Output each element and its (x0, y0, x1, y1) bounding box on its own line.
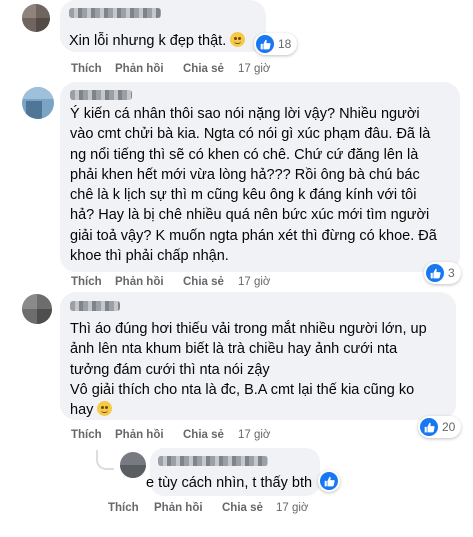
comment-actions: Thích Phản hồi Chia sẻ 17 giờ (108, 502, 308, 516)
timestamp[interactable]: 17 giờ (238, 276, 270, 288)
comment-actions: Thích Phản hồi Chia sẻ 17 giờ (71, 276, 271, 290)
share-button[interactable]: Chia sẻ (222, 502, 263, 514)
like-button[interactable]: Thích (71, 429, 102, 441)
commenter-name[interactable] (70, 90, 132, 100)
comment-bubble: e tùy cách nhìn, t thấy bth (146, 448, 320, 496)
comment-bubble: Xin lỗi nhưng k đẹp thật. (60, 0, 266, 52)
timestamp[interactable]: 17 giờ (238, 429, 270, 441)
reply-button[interactable]: Phản hồi (115, 429, 164, 441)
like-icon (426, 264, 444, 282)
timestamp[interactable]: 17 giờ (238, 63, 270, 75)
comment-text: Thì áo đúng hơi thiếu vải trong mắt nhiề… (70, 321, 427, 419)
commenter-name[interactable] (69, 8, 161, 18)
reaction-count[interactable] (318, 470, 340, 492)
commenter-avatar[interactable] (22, 294, 52, 324)
comment-bubble: Thì áo đúng hơi thiếu vải trong mắt nhiề… (60, 292, 456, 420)
like-button[interactable]: Thích (108, 502, 139, 514)
reaction-count[interactable]: 18 (254, 33, 298, 55)
commenter-name[interactable] (70, 301, 120, 311)
share-button[interactable]: Chia sẻ (183, 429, 224, 441)
like-icon (420, 418, 438, 436)
commenter-avatar[interactable] (22, 4, 50, 32)
comment-actions: Thích Phản hồi Chia sẻ 17 giờ (71, 429, 271, 443)
reaction-count[interactable]: 3 (424, 262, 461, 284)
comment-text: Xin lỗi nhưng k đẹp thật. (69, 31, 246, 51)
reply-thread-line (96, 450, 114, 470)
comment-text: e tùy cách nhìn, t thấy bth (146, 475, 313, 491)
reaction-count[interactable]: 20 (418, 416, 462, 438)
comment-actions: Thích Phản hồi Chia sẻ 17 giờ (71, 63, 271, 77)
share-button[interactable]: Chia sẻ (183, 276, 224, 288)
commenter-avatar[interactable] (120, 452, 146, 478)
share-button[interactable]: Chia sẻ (183, 63, 224, 75)
like-icon (320, 472, 338, 490)
smiling-face-emoji (97, 401, 113, 417)
like-icon (256, 35, 274, 53)
smiling-face-emoji (230, 32, 246, 47)
reply-button[interactable]: Phản hồi (115, 276, 164, 288)
like-button[interactable]: Thích (71, 276, 102, 288)
like-button[interactable]: Thích (71, 63, 102, 75)
reply-button[interactable]: Phản hồi (154, 502, 203, 514)
commenter-avatar[interactable] (22, 87, 54, 119)
comment-bubble: Ý kiến cá nhân thôi sao nói nặng lời vậy… (60, 82, 460, 272)
comment-text: Ý kiến cá nhân thôi sao nói nặng lời vậy… (70, 106, 437, 265)
commenter-name[interactable] (158, 456, 268, 466)
timestamp[interactable]: 17 giờ (276, 502, 308, 514)
reply-button[interactable]: Phản hồi (115, 63, 164, 75)
